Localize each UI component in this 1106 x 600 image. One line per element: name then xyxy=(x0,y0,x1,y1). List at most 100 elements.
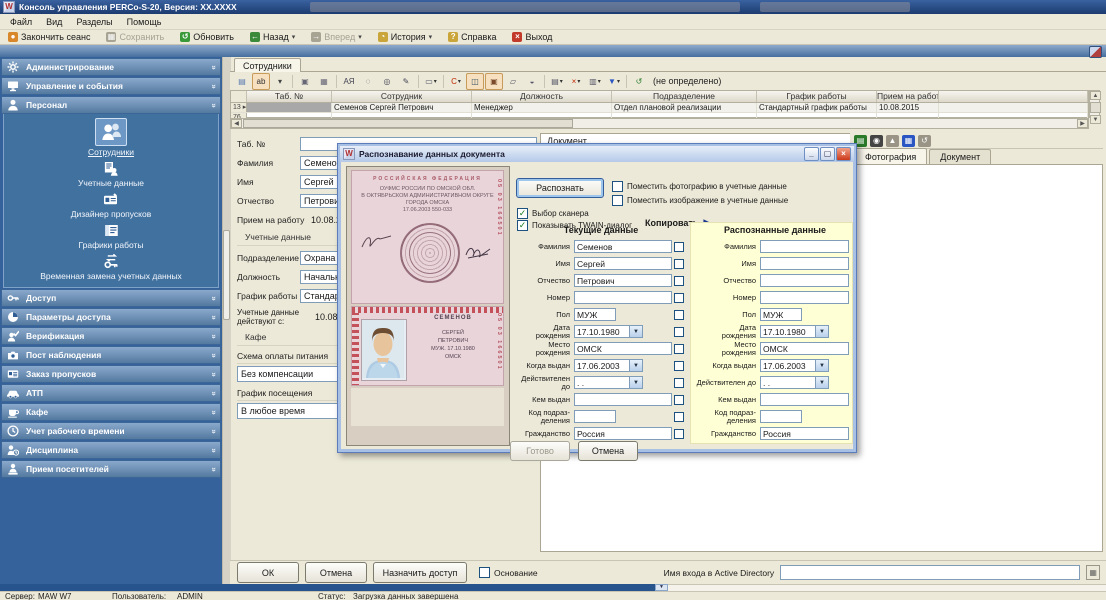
copy-field-checkbox[interactable] xyxy=(674,310,684,320)
help-button[interactable]: ?Справка xyxy=(444,31,500,43)
copy-field-checkbox[interactable] xyxy=(674,361,684,371)
save-image-icon[interactable]: ▦ xyxy=(902,135,915,147)
transfer-button[interactable]: ▥▾ xyxy=(586,73,604,90)
recognized-value[interactable] xyxy=(760,257,849,270)
ok-button[interactable]: ОК xyxy=(237,562,299,583)
back-button[interactable]: ←Назад▾ xyxy=(246,31,299,43)
chevron-expand-icon[interactable]: » xyxy=(209,467,218,471)
sidebar-section-cafe[interactable]: Кафе» xyxy=(1,403,221,421)
table-cell[interactable]: 10.08.2015 xyxy=(877,103,939,112)
sidebar-section-management-events[interactable]: Управление и события» xyxy=(1,77,221,95)
export-dropdown-icon[interactable]: ▾ xyxy=(560,78,563,85)
sidebar-scrollbar[interactable] xyxy=(222,57,231,585)
place-photo-checkbox[interactable]: Поместить фотографию в учетные данные xyxy=(612,181,787,192)
dialog-title-bar[interactable]: W Распознавание данных документа _▢× xyxy=(340,146,854,162)
delete-record-button[interactable]: ×▾ xyxy=(567,73,585,90)
copy-field-checkbox[interactable] xyxy=(674,395,684,405)
table-cell[interactable]: Семенов Сергей Петрович xyxy=(332,103,472,112)
refresh-button[interactable]: ↺Обновить xyxy=(176,31,238,43)
current-value[interactable]: Семенов xyxy=(574,240,672,253)
checkbox-box[interactable]: ✓ xyxy=(517,220,528,231)
scroll-up-arrow[interactable]: ▲ xyxy=(1090,91,1101,100)
scanner-select-checkbox[interactable]: ✓Выбор сканера xyxy=(517,208,589,219)
copy-field-checkbox[interactable] xyxy=(674,327,684,337)
tab-document[interactable]: Документ xyxy=(929,149,991,164)
chevron-expand-icon[interactable]: » xyxy=(209,429,218,433)
back-dropdown-icon[interactable]: ▾ xyxy=(292,33,296,41)
copy-field-checkbox[interactable] xyxy=(674,293,684,303)
sidebar-item-employees[interactable]: Сотрудники xyxy=(88,118,134,157)
current-value[interactable]: Россия xyxy=(574,427,672,440)
current-combo[interactable]: 17.10.1980▼ xyxy=(574,325,643,338)
recognized-value[interactable] xyxy=(760,274,849,287)
view-mode-button[interactable]: ▾ xyxy=(271,73,289,90)
sidebar-scrollbar-thumb[interactable] xyxy=(223,230,230,320)
copy-field-checkbox[interactable] xyxy=(674,242,684,252)
table-cell[interactable]: Менеджер xyxy=(472,103,612,112)
print-dropdown-icon[interactable]: ▾ xyxy=(434,78,437,85)
sidebar-item-account-data[interactable]: Учетные данные xyxy=(78,159,144,188)
recognized-value[interactable]: . . xyxy=(760,376,816,389)
ad-browse-button[interactable]: ▦ xyxy=(1086,565,1100,580)
table-cell[interactable]: Стандартный график работы xyxy=(757,103,877,112)
column-header-1[interactable]: Сотрудник xyxy=(332,91,472,102)
current-value[interactable]: МУЖ xyxy=(574,308,616,321)
sidebar-item-badge-designer[interactable]: Дизайнер пропусков xyxy=(71,190,152,219)
checkbox-box[interactable]: ✓ xyxy=(517,208,528,219)
chevron-expand-icon[interactable]: » xyxy=(209,391,218,395)
table-columns-button[interactable]: ▦ xyxy=(315,73,333,90)
column-header-2[interactable]: Должность xyxy=(472,91,612,102)
checkbox-box[interactable] xyxy=(612,181,623,192)
checkbox-box[interactable] xyxy=(612,195,623,206)
sidebar-section-pass-order[interactable]: Заказ пропусков» xyxy=(1,365,221,383)
undefined-combo[interactable]: (не определено) xyxy=(653,76,721,86)
sidebar-section-access[interactable]: Доступ» xyxy=(1,289,221,307)
menu-item-0[interactable]: Файл xyxy=(4,15,38,29)
column-header-4[interactable]: График работы xyxy=(757,91,877,102)
recognized-combo[interactable]: 17.06.2003▼ xyxy=(760,359,829,372)
chevron-expand-icon[interactable]: » xyxy=(209,448,218,452)
chevron-expand-icon[interactable]: » xyxy=(209,65,218,69)
transfer-dropdown-icon[interactable]: ▾ xyxy=(598,78,601,85)
done-button[interactable]: Готово xyxy=(510,441,570,461)
chevron-down-icon[interactable]: ▼ xyxy=(816,376,829,389)
recognized-value[interactable] xyxy=(760,240,849,253)
recognized-value[interactable]: ОМСК xyxy=(760,342,849,355)
export-1c-dropdown-icon[interactable]: ▾ xyxy=(458,78,461,85)
export-1c-button[interactable]: С▾ xyxy=(447,73,465,90)
chevron-expand-icon[interactable]: » xyxy=(209,296,218,300)
maximize-button[interactable]: ▢ xyxy=(820,147,835,161)
chevron-down-icon[interactable]: ▼ xyxy=(630,376,643,389)
chevron-expand-icon[interactable]: » xyxy=(209,315,218,319)
advanced-search-button[interactable]: ◎ xyxy=(378,73,396,90)
sidebar-section-visitors[interactable]: Прием посетителей» xyxy=(1,460,221,478)
export-button[interactable]: ▤▾ xyxy=(548,73,566,90)
copy-field-checkbox[interactable] xyxy=(674,429,684,439)
column-header-3[interactable]: Подразделение xyxy=(612,91,757,102)
print-button[interactable]: ▭▾ xyxy=(422,73,440,90)
chevron-down-icon[interactable]: ▼ xyxy=(816,325,829,338)
chevron-expand-icon[interactable]: » xyxy=(209,410,218,414)
sidebar-item-temp-replacement[interactable]: Временная замена учетных данных xyxy=(40,252,182,281)
badge-print-button[interactable]: ▱ xyxy=(504,73,522,90)
menu-item-3[interactable]: Помощь xyxy=(121,15,168,29)
sidebar-section-administration[interactable]: Администрирование» xyxy=(1,58,221,76)
exit-button[interactable]: ×Выход xyxy=(508,31,556,43)
scroll-right-arrow[interactable]: ▶ xyxy=(1077,119,1088,128)
current-value[interactable]: Петрович xyxy=(574,274,672,287)
current-value[interactable] xyxy=(574,291,672,304)
copy-field-checkbox[interactable] xyxy=(674,276,684,286)
history-button[interactable]: ◔История▾ xyxy=(374,31,436,43)
place-image-checkbox[interactable]: Поместить изображение в учетные данные xyxy=(612,195,788,206)
current-combo[interactable]: 17.06.2003▼ xyxy=(574,359,643,372)
copy-field-checkbox[interactable] xyxy=(674,378,684,388)
table-hscrollbar[interactable]: ◀ ▶ xyxy=(230,118,1089,129)
column-header-0[interactable]: Таб. № xyxy=(247,91,332,102)
current-value[interactable]: 17.06.2003 xyxy=(574,359,630,372)
recognized-value[interactable] xyxy=(760,393,849,406)
menu-item-2[interactable]: Разделы xyxy=(70,15,118,29)
sidebar-section-atp[interactable]: АТП» xyxy=(1,384,221,402)
employees-table[interactable]: Таб. №СотрудникДолжностьПодразделениеГра… xyxy=(230,90,1089,118)
access-block-button[interactable]: ◒ xyxy=(523,73,541,90)
current-combo[interactable]: . .▼ xyxy=(574,376,643,389)
